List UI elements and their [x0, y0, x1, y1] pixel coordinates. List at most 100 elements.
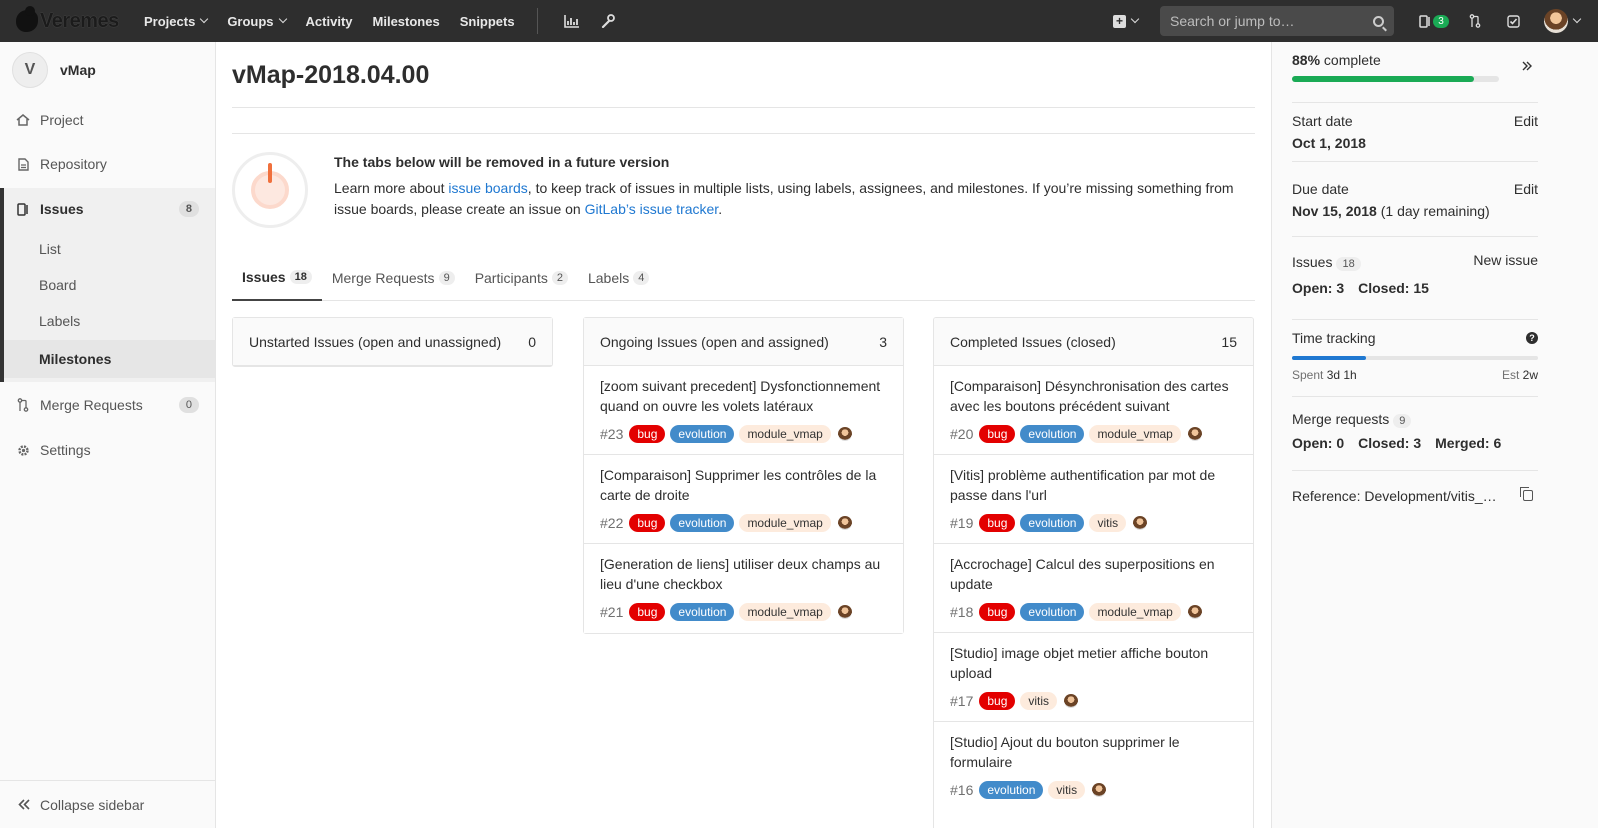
label-module-vmap[interactable]: module_vmap [739, 514, 831, 532]
assignee-avatar[interactable] [1133, 516, 1148, 530]
toggle-sidebar-button[interactable] [1522, 58, 1532, 74]
issue-number: #20 [950, 426, 974, 442]
label-evolution[interactable]: evolution [1020, 425, 1085, 443]
sidebar-item-merge-requests[interactable]: Merge Requests 0 [0, 383, 215, 427]
project-header[interactable]: V vMap [0, 42, 215, 98]
issues-nav-button[interactable]: 3 [1412, 0, 1456, 42]
label-bug[interactable]: bug [629, 425, 666, 443]
spent-value: 3d 1h [1326, 368, 1357, 382]
tab-label: Labels [587, 270, 630, 286]
assignee-avatar[interactable] [1187, 605, 1202, 619]
label-module-vmap[interactable]: module_vmap [739, 425, 831, 443]
gear-icon [16, 443, 30, 457]
label-vitis[interactable]: vitis [1020, 692, 1058, 710]
label-bug[interactable]: bug [979, 514, 1016, 532]
collapse-sidebar-button[interactable]: Collapse sidebar [0, 780, 215, 828]
issue-title-link[interactable]: [Vitis] problème authentification par mo… [950, 465, 1237, 505]
sidebar-item-settings[interactable]: Settings [0, 428, 215, 472]
column-title: Completed Issues (closed) [950, 333, 1116, 350]
tab-label: Merge Requests [331, 270, 435, 286]
todos-nav-button[interactable] [1494, 0, 1532, 42]
tab-labels[interactable]: Labels 4 [578, 255, 659, 301]
tab-merge-requests[interactable]: Merge Requests 9 [322, 255, 465, 301]
issue-title-link[interactable]: [Generation de liens] utiliser deux cham… [600, 554, 887, 594]
sidebar-subitem-milestones[interactable]: Milestones [4, 340, 215, 378]
start-date-value: Oct 1, 2018 [1292, 135, 1366, 151]
label-evolution[interactable]: evolution [1020, 603, 1085, 621]
sidebar-subitem-list[interactable]: List [4, 231, 215, 267]
issue-title-link[interactable]: [zoom suivant precedent] Dysfonctionneme… [600, 376, 887, 416]
assignee-avatar[interactable] [837, 427, 852, 441]
chart-icon[interactable] [554, 0, 590, 42]
issues-block: Issues 18 New issue Open: 3 Closed: 15 [1292, 237, 1538, 320]
label-evolution[interactable]: evolution [979, 781, 1044, 799]
sidebar-subitem-labels[interactable]: Labels [4, 303, 215, 339]
nav-groups[interactable]: Groups [227, 0, 287, 42]
label-evolution[interactable]: evolution [1020, 514, 1085, 532]
gitlab-issue-tracker-link[interactable]: GitLab’s issue tracker [585, 201, 719, 217]
label-bug[interactable]: bug [629, 603, 666, 621]
label-module-vmap[interactable]: module_vmap [1089, 425, 1181, 443]
nav-activity[interactable]: Activity [306, 0, 353, 42]
issues-icon [1419, 14, 1430, 28]
merge-request-icon [1469, 14, 1481, 28]
edit-due-date-link[interactable]: Edit [1514, 181, 1538, 197]
tab-participants[interactable]: Participants 2 [465, 255, 578, 301]
label-evolution[interactable]: evolution [670, 514, 735, 532]
wrench-icon[interactable] [590, 0, 626, 42]
issue-title-link[interactable]: [Accrochage] Calcul des superpositions e… [950, 554, 1237, 594]
column-title: Ongoing Issues (open and assigned) [600, 333, 829, 350]
label-bug[interactable]: bug [629, 514, 666, 532]
issue-card: [Generation de liens] utiliser deux cham… [584, 544, 903, 633]
nav-milestones[interactable]: Milestones [373, 0, 440, 42]
merge-requests-count-badge: 0 [178, 397, 199, 413]
label-vitis[interactable]: vitis [1048, 781, 1086, 799]
merge-requests-nav-button[interactable] [1456, 0, 1494, 42]
label-evolution[interactable]: evolution [670, 425, 735, 443]
column-ongoing: Ongoing Issues (open and assigned) 3 [zo… [583, 317, 904, 634]
label-module-vmap[interactable]: module_vmap [1089, 603, 1181, 621]
assignee-avatar[interactable] [1187, 427, 1202, 441]
sidebar-item-repository[interactable]: Repository [0, 142, 215, 186]
due-date-block: Due date Edit Nov 15, 2018 (1 day remain… [1292, 162, 1538, 237]
label-vitis[interactable]: vitis [1089, 514, 1127, 532]
assignee-avatar[interactable] [1092, 783, 1107, 797]
sidebar-item-issues[interactable]: Issues 8 [0, 187, 215, 231]
assignee-avatar[interactable] [1064, 694, 1079, 708]
nav-snippets[interactable]: Snippets [460, 0, 515, 42]
label-bug[interactable]: bug [979, 425, 1016, 443]
copy-reference-button[interactable] [1520, 487, 1533, 501]
time-tracking-help-button[interactable]: ? [1526, 332, 1538, 344]
double-chevron-right-icon [1522, 61, 1532, 71]
assignee-avatar[interactable] [837, 516, 852, 530]
new-issue-link[interactable]: New issue [1473, 252, 1538, 268]
issue-title-link[interactable]: [Studio] image objet metier affiche bout… [950, 643, 1237, 683]
issue-card: [Comparaison] Désynchronisation des cart… [934, 366, 1253, 455]
label-module-vmap[interactable]: module_vmap [739, 603, 831, 621]
sidebar-item-project[interactable]: Project [0, 98, 215, 142]
new-dropdown-button[interactable]: + [1113, 14, 1140, 28]
user-menu-button[interactable] [1532, 0, 1598, 42]
search-input[interactable]: Search or jump to… [1160, 6, 1394, 36]
label-evolution[interactable]: evolution [670, 603, 735, 621]
assignee-avatar[interactable] [837, 605, 852, 619]
issues-closed: Closed: 15 [1358, 280, 1429, 296]
brand-logo[interactable]: Veremes [16, 0, 144, 42]
issue-title-link[interactable]: [Comparaison] Désynchronisation des cart… [950, 376, 1237, 416]
project-name: vMap [60, 62, 96, 78]
nav-projects[interactable]: Projects [144, 0, 209, 42]
issue-meta: #19 bug evolution vitis [950, 513, 1237, 533]
issue-boards-link[interactable]: issue boards [448, 180, 527, 196]
sidebar-subitem-board[interactable]: Board [4, 267, 215, 303]
time-tracking-bar-fill [1292, 356, 1366, 360]
issues-stats: Open: 3 Closed: 15 [1292, 280, 1538, 296]
label-bug[interactable]: bug [979, 603, 1016, 621]
edit-start-date-link[interactable]: Edit [1514, 113, 1538, 129]
issue-title-link[interactable]: [Studio] Ajout du bouton supprimer le fo… [950, 732, 1237, 772]
label-bug[interactable]: bug [979, 692, 1016, 710]
mr-open: Open: 0 [1292, 435, 1345, 451]
tab-issues[interactable]: Issues 18 [232, 255, 322, 301]
issue-number: #21 [600, 604, 624, 620]
search-icon [1373, 15, 1384, 27]
issue-title-link[interactable]: [Comparaison] Supprimer les contrôles de… [600, 465, 887, 505]
